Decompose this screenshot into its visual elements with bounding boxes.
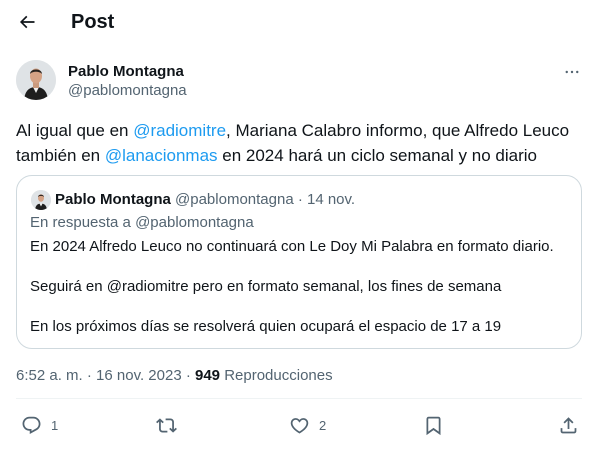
more-dots-icon: [565, 70, 579, 74]
quoted-text-line: Seguirá en @radiomitre pero en formato s…: [30, 278, 502, 295]
quoted-tweet-card[interactable]: Pablo Montagna @pablomontagna · 14 nov. …: [16, 175, 582, 349]
tweet-text: Al igual que en @radiomitre, Mariana Cal…: [16, 118, 586, 168]
post-header: Post: [0, 0, 597, 46]
author-handle[interactable]: @pablomontagna: [68, 82, 187, 100]
share-icon: [560, 416, 577, 433]
repost-icon: [156, 417, 177, 433]
quoted-author-name[interactable]: Pablo Montagna: [55, 191, 171, 208]
avatar[interactable]: [16, 60, 56, 100]
reply-context: En respuesta a @pablomontagna: [30, 214, 254, 231]
author-name[interactable]: Pablo Montagna: [68, 63, 184, 81]
quoted-avatar-photo: [31, 190, 51, 210]
tweet-text-segment: en 2024 hará un ciclo semanal y no diari…: [217, 146, 537, 165]
page-title: Post: [71, 11, 115, 33]
like-count: 2: [319, 417, 327, 433]
avatar-photo: [16, 60, 56, 100]
quoted-text-line: En los próximos días se resolverá quien …: [30, 318, 502, 335]
quoted-avatar[interactable]: [31, 190, 51, 210]
more-options-button[interactable]: [560, 62, 584, 82]
reply-button[interactable]: 1: [21, 413, 58, 437]
reply-icon: [22, 416, 41, 434]
reply-count: 1: [51, 417, 59, 433]
views-label: Reproducciones: [220, 367, 333, 384]
post-timestamp: 6:52 a. m. · 16 nov. 2023 · 949 Reproduc…: [16, 367, 333, 385]
timestamp-text[interactable]: 6:52 a. m. · 16 nov. 2023 ·: [16, 367, 195, 384]
bookmark-icon: [426, 416, 441, 435]
tweet-text-segment: Al igual que en: [16, 121, 134, 140]
like-button[interactable]: 2: [289, 413, 326, 437]
quoted-header: Pablo Montagna @pablomontagna · 14 nov.: [55, 191, 355, 209]
mention-link[interactable]: @radiomitre: [133, 121, 226, 140]
mention-link[interactable]: @lanacionmas: [105, 146, 218, 165]
heart-icon: [290, 417, 309, 434]
arrow-left-icon: [19, 15, 35, 29]
quoted-author-meta: @pablomontagna · 14 nov.: [175, 191, 356, 208]
share-button[interactable]: [558, 413, 579, 437]
divider: [16, 398, 582, 399]
bookmark-button[interactable]: [423, 413, 444, 437]
repost-button[interactable]: [156, 413, 186, 437]
back-button[interactable]: [10, 5, 44, 39]
views-count: 949: [195, 367, 221, 384]
quoted-text-line: En 2024 Alfredo Leuco no continuará con …: [30, 238, 554, 255]
